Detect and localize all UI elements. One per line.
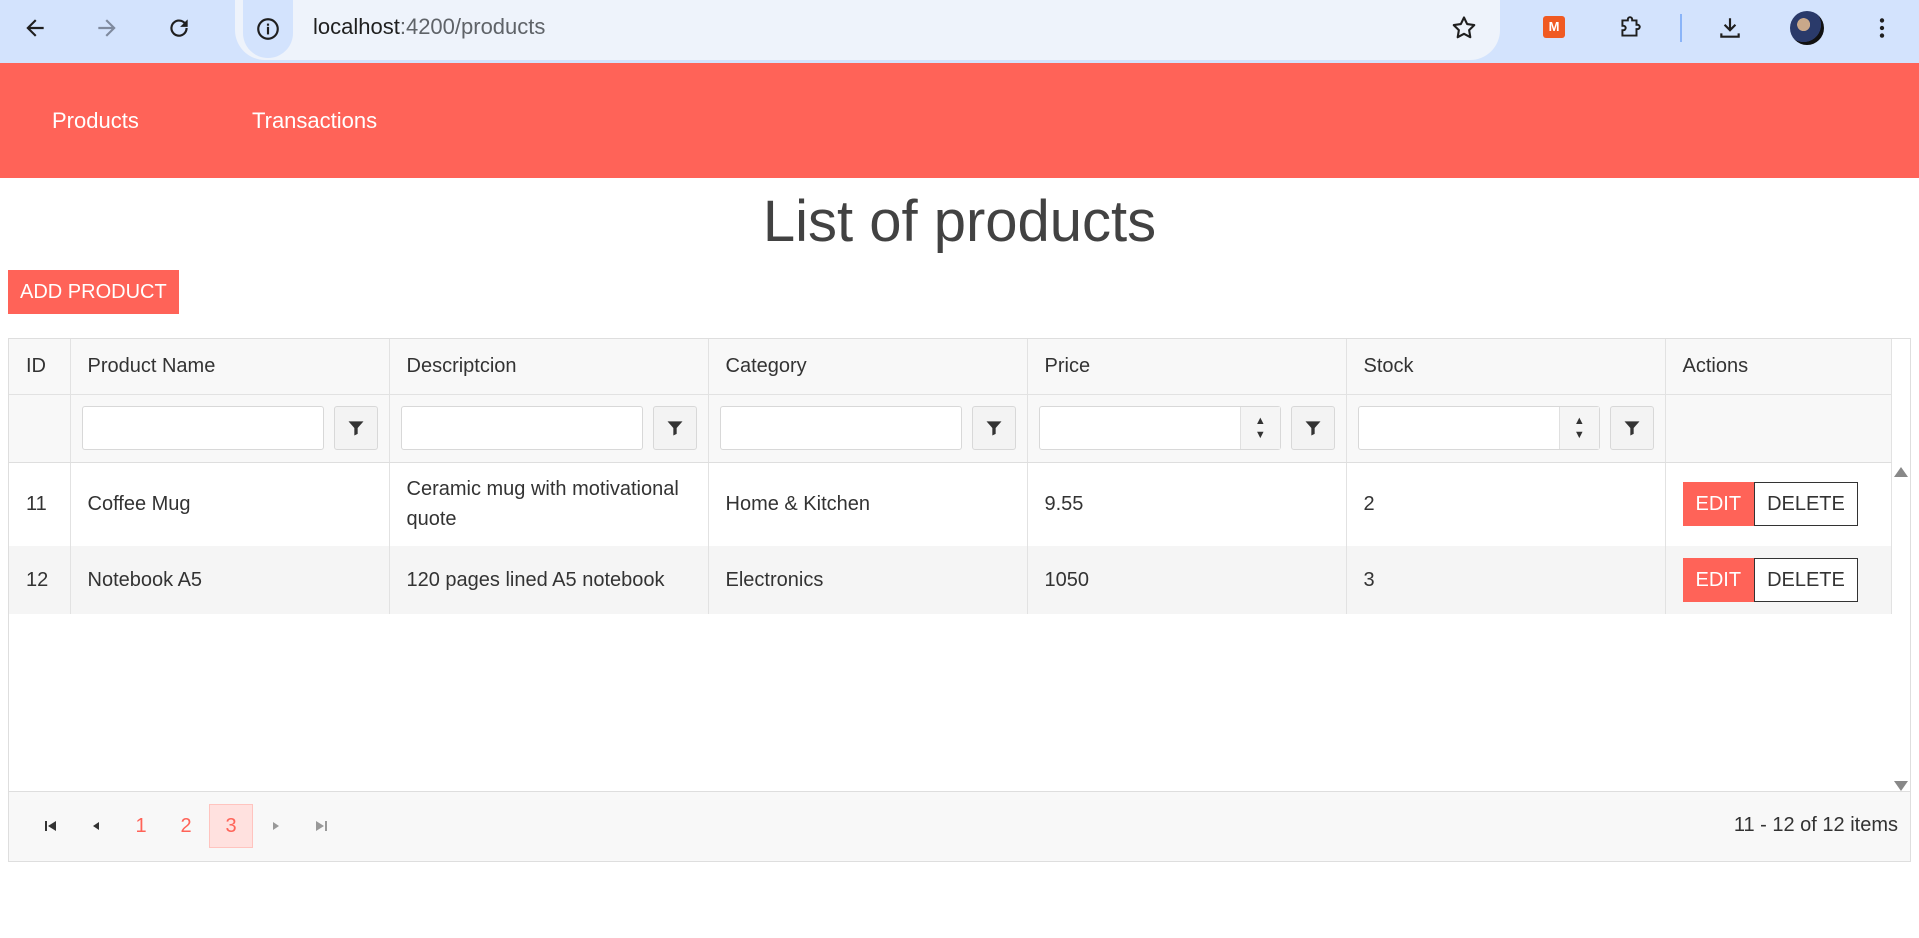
cell-description: 120 pages lined A5 notebook [389, 546, 709, 614]
url-path: :4200/products [399, 14, 546, 39]
download-icon[interactable] [1710, 8, 1750, 48]
column-header-id[interactable]: ID [9, 339, 71, 395]
profile-avatar[interactable] [1790, 11, 1824, 45]
scroll-up-icon[interactable] [1894, 467, 1908, 477]
bookmark-star-icon[interactable] [1450, 14, 1478, 42]
vertical-scrollbar[interactable] [1890, 463, 1910, 793]
page-3-button[interactable]: 3 [209, 804, 253, 848]
filter-cell-actions [1665, 394, 1892, 463]
price-filter-numeric[interactable]: ▲ ▼ [1038, 406, 1281, 450]
scroll-down-icon[interactable] [1894, 781, 1908, 791]
column-header-stock[interactable]: Stock [1346, 339, 1666, 395]
cell-actions: EDIT DELETE [1665, 546, 1892, 614]
first-page-icon[interactable] [29, 804, 73, 848]
page-title: List of products [762, 189, 1157, 254]
cell-product-name: Notebook A5 [70, 546, 390, 614]
filter-icon[interactable] [1609, 406, 1654, 450]
reload-icon[interactable] [159, 8, 199, 48]
edit-button[interactable]: EDIT [1682, 558, 1755, 602]
add-product-button[interactable]: ADD PRODUCT [8, 270, 179, 314]
previous-page-icon[interactable] [74, 804, 118, 848]
last-page-icon[interactable] [299, 804, 343, 848]
filter-row: ▲ ▼ ▲ ▼ [9, 394, 1892, 463]
filter-icon[interactable] [652, 406, 697, 450]
cell-price: 9.55 [1027, 462, 1347, 546]
cell-actions: EDIT DELETE [1665, 462, 1892, 546]
spinner-icon[interactable]: ▲ ▼ [1239, 407, 1280, 449]
filter-cell-id [9, 394, 71, 463]
stock-filter-input[interactable] [1359, 407, 1559, 449]
next-page-icon[interactable] [254, 804, 298, 848]
back-icon[interactable] [15, 8, 55, 48]
category-filter-input[interactable] [719, 406, 962, 450]
product-name-filter-input[interactable] [81, 406, 324, 450]
filter-cell-category [708, 394, 1028, 463]
filter-icon[interactable] [333, 406, 378, 450]
pager-info: 11 - 12 of 12 items [1733, 814, 1898, 836]
page-1-button[interactable]: 1 [119, 804, 163, 848]
products-table: ID Product Name Descriptcion Category Pr… [9, 339, 1892, 614]
cell-category: Home & Kitchen [708, 462, 1028, 546]
app-navbar: Products Transactions [0, 63, 1919, 178]
page-2-button[interactable]: 2 [164, 804, 208, 848]
edit-button[interactable]: EDIT [1682, 482, 1755, 527]
site-info-icon[interactable] [243, 0, 293, 58]
url-host: localhost [313, 14, 400, 39]
filter-cell-price: ▲ ▼ [1027, 394, 1347, 463]
browser-toolbar: localhost:4200/products M [0, 0, 1919, 63]
cell-description: Ceramic mug with motivational quote [389, 462, 709, 546]
nav-transactions[interactable]: Transactions [252, 108, 377, 134]
extension-icon[interactable]: M [1543, 16, 1565, 38]
cell-stock: 2 [1346, 462, 1666, 546]
column-header-price[interactable]: Price [1027, 339, 1347, 395]
address-bar[interactable]: localhost:4200/products [235, 0, 1500, 60]
cell-id: 11 [9, 462, 71, 546]
forward-icon[interactable] [87, 8, 127, 48]
cell-stock: 3 [1346, 546, 1666, 614]
filter-icon[interactable] [1290, 406, 1335, 450]
pager: 1 2 3 11 - 12 of 12 items [9, 791, 1910, 861]
column-header-product-name[interactable]: Product Name [70, 339, 390, 395]
menu-kebab-icon[interactable] [1862, 8, 1902, 48]
nav-products[interactable]: Products [52, 108, 139, 134]
delete-button[interactable]: DELETE [1754, 558, 1858, 602]
cell-price: 1050 [1027, 546, 1347, 614]
price-filter-input[interactable] [1040, 407, 1240, 449]
table-row: 12 Notebook A5 120 pages lined A5 notebo… [9, 546, 1892, 614]
cell-category: Electronics [708, 546, 1028, 614]
products-grid: ID Product Name Descriptcion Category Pr… [8, 338, 1911, 862]
filter-cell-stock: ▲ ▼ [1346, 394, 1666, 463]
cell-id: 12 [9, 546, 71, 614]
toolbar-separator [1680, 14, 1682, 42]
extensions-puzzle-icon[interactable] [1610, 8, 1650, 48]
column-header-description[interactable]: Descriptcion [389, 339, 709, 395]
filter-cell-name [70, 394, 390, 463]
column-header-category[interactable]: Category [708, 339, 1028, 395]
column-header-actions: Actions [1665, 339, 1892, 395]
delete-button[interactable]: DELETE [1754, 482, 1858, 527]
filter-icon[interactable] [971, 406, 1016, 450]
description-filter-input[interactable] [400, 406, 643, 450]
stock-filter-numeric[interactable]: ▲ ▼ [1357, 406, 1600, 450]
filter-cell-description [389, 394, 709, 463]
spinner-icon[interactable]: ▲ ▼ [1558, 407, 1599, 449]
cell-product-name: Coffee Mug [70, 462, 390, 546]
url-text: localhost:4200/products [313, 14, 545, 40]
table-row: 11 Coffee Mug Ceramic mug with motivatio… [9, 462, 1892, 546]
